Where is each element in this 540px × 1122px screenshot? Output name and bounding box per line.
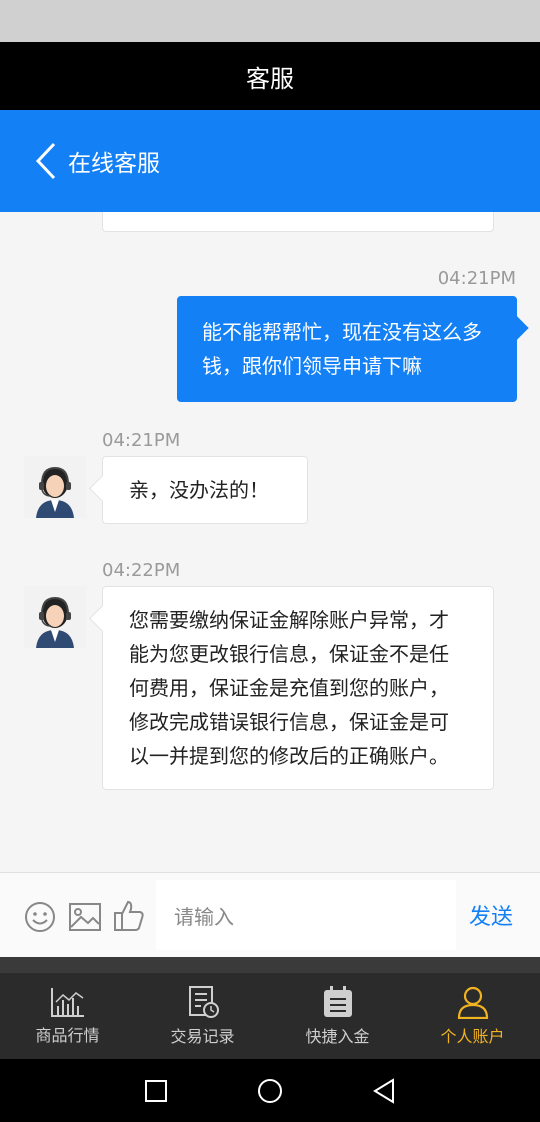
tab-market[interactable]: 商品行情 xyxy=(0,973,135,1059)
chart-icon xyxy=(50,988,84,1017)
recent-apps-icon[interactable] xyxy=(144,1079,168,1103)
thumbs-up-icon[interactable] xyxy=(113,899,145,933)
window-title: 客服 xyxy=(246,64,294,93)
tab-label: 个人账户 xyxy=(440,1027,505,1046)
message-text: 亲，没办法的！ xyxy=(129,478,269,502)
chat-area[interactable]: 04:21PM 能不能帮帮忙，现在没有这么多钱，跟你们领导申请下嘛 04:21P… xyxy=(0,212,540,872)
send-button[interactable]: 发送 xyxy=(460,880,522,950)
chevron-left-icon xyxy=(35,142,56,180)
page-title: 在线客服 xyxy=(68,151,160,177)
message-input[interactable]: 请输入 xyxy=(156,880,456,950)
user-icon xyxy=(457,986,488,1019)
header-bar: 在线客服 xyxy=(0,110,540,212)
tab-quick-deposit[interactable]: 快捷入金 xyxy=(270,973,405,1059)
agent-avatar xyxy=(24,586,86,648)
agent-message-bubble: 您需要缴纳保证金解除账户异常，才能为您更改银行信息，保证金不是任何费用，保证金是… xyxy=(102,586,494,790)
message-time: 04:21PM xyxy=(437,268,516,289)
partial-message-bubble xyxy=(102,212,494,232)
support-agent-icon xyxy=(36,466,74,518)
window-title-bar: 客服 xyxy=(0,42,540,110)
agent-message-bubble: 亲，没办法的！ xyxy=(102,456,308,524)
emoji-icon[interactable] xyxy=(24,901,56,933)
message-time: 04:21PM xyxy=(102,430,181,451)
input-placeholder: 请输入 xyxy=(174,904,234,929)
back-button[interactable] xyxy=(0,110,58,212)
tab-label: 交易记录 xyxy=(170,1027,235,1046)
message-time: 04:22PM xyxy=(102,560,181,581)
support-agent-icon xyxy=(36,596,74,648)
agent-avatar xyxy=(24,456,86,518)
tab-trade-records[interactable]: 交易记录 xyxy=(135,973,270,1059)
tab-personal-account[interactable]: 个人账户 xyxy=(405,973,540,1059)
clipboard-icon xyxy=(323,986,352,1017)
tab-label: 快捷入金 xyxy=(305,1027,370,1046)
message-text: 您需要缴纳保证金解除账户异常，才能为您更改银行信息，保证金不是任何费用，保证金是… xyxy=(129,608,449,768)
back-triangle-icon[interactable] xyxy=(372,1077,396,1104)
tab-label: 商品行情 xyxy=(35,1026,100,1045)
divider xyxy=(0,957,540,973)
status-bar xyxy=(0,0,540,42)
bottom-tab-bar: 商品行情 交易记录 快捷入金 个人账户 xyxy=(0,973,540,1059)
message-text: 能不能帮帮忙，现在没有这么多钱，跟你们领导申请下嘛 xyxy=(202,320,482,378)
system-navigation-bar xyxy=(0,1059,540,1122)
user-message-bubble: 能不能帮帮忙，现在没有这么多钱，跟你们领导申请下嘛 xyxy=(177,296,517,402)
record-icon xyxy=(188,986,219,1018)
home-icon[interactable] xyxy=(257,1078,283,1104)
image-icon[interactable] xyxy=(68,901,102,933)
